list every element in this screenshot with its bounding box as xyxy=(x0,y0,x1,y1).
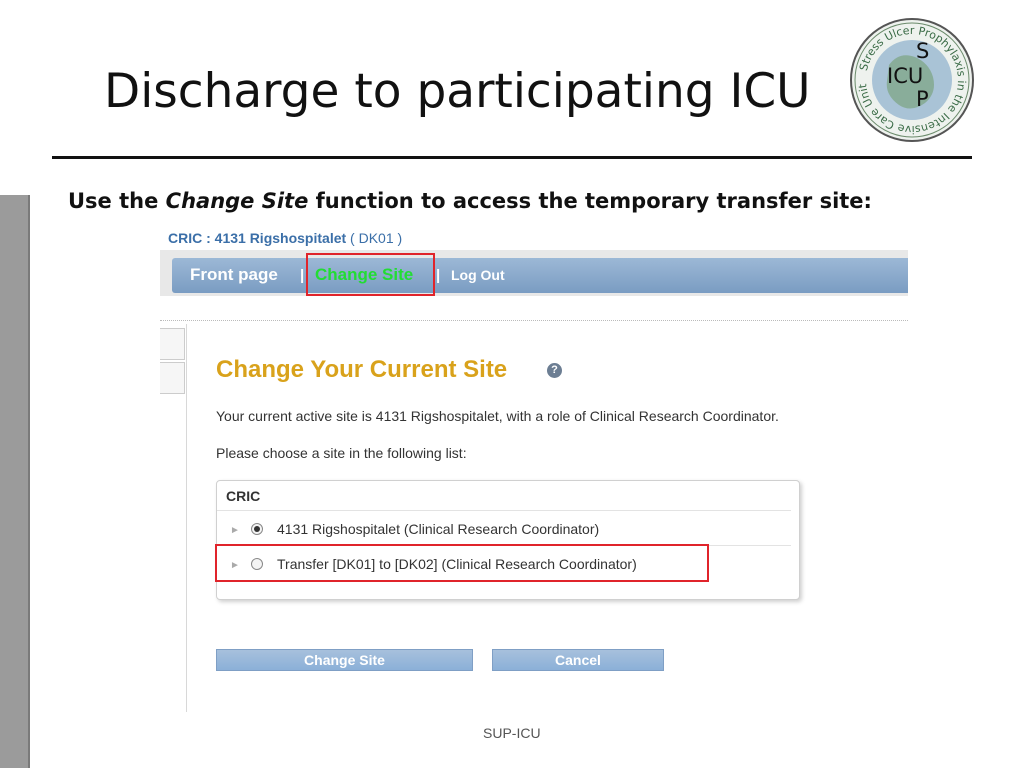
cancel-button[interactable]: Cancel xyxy=(492,649,664,671)
intro-emphasis: Change Site xyxy=(165,189,309,213)
title-divider xyxy=(52,156,972,159)
help-icon[interactable]: ? xyxy=(547,363,562,378)
breadcrumb: CRIC : 4131 Rigshospitalet ( DK01 ) xyxy=(168,230,403,246)
highlight-transfer-row xyxy=(215,544,709,582)
content-border xyxy=(186,324,187,712)
logo-letter-s: S xyxy=(916,39,929,63)
nav-log-out[interactable]: Log Out xyxy=(451,267,505,283)
site-list: CRIC ► 4131 Rigshospitalet (Clinical Res… xyxy=(216,480,800,600)
choose-site-text: Please choose a site in the following li… xyxy=(216,445,467,461)
slide-title: Discharge to participating ICU xyxy=(104,64,811,119)
footer-text: SUP-ICU xyxy=(483,725,541,741)
site-radio-selected[interactable] xyxy=(251,523,263,535)
nav-front-page[interactable]: Front page xyxy=(190,265,278,285)
highlight-change-site xyxy=(306,253,435,296)
intro-text: Use the Change Site function to access t… xyxy=(68,189,872,213)
page-heading: Change Your Current Site xyxy=(216,356,508,383)
nav-separator: | xyxy=(436,267,441,284)
breadcrumb-site-code: ( DK01 ) xyxy=(350,230,403,246)
site-row-label: 4131 Rigshospitalet (Clinical Research C… xyxy=(277,521,600,537)
logo-letter-p: P xyxy=(916,87,929,111)
app-screenshot: CRIC : 4131 Rigshospitalet ( DK01 ) Fron… xyxy=(160,222,908,712)
nav-separator: | xyxy=(300,267,305,284)
logo-letter-icu: ICU xyxy=(887,64,923,88)
expand-arrow-icon[interactable]: ► xyxy=(230,525,240,536)
nav-bar: Front page | Change Site | Log Out xyxy=(172,258,908,293)
site-list-header: CRIC xyxy=(226,488,261,504)
change-site-button[interactable]: Change Site xyxy=(216,649,473,671)
left-side-bar xyxy=(0,195,30,768)
row-divider xyxy=(217,510,791,511)
site-row[interactable]: ► 4131 Rigshospitalet (Clinical Research… xyxy=(217,515,791,547)
divider xyxy=(160,320,908,321)
side-tab[interactable] xyxy=(160,362,185,394)
side-tabs xyxy=(160,324,186,394)
current-site-text: Your current active site is 4131 Rigshos… xyxy=(216,408,779,424)
side-tab[interactable] xyxy=(160,328,185,360)
sup-icu-logo: Stress Ulcer Prophylaxis in the Intensiv… xyxy=(850,18,974,142)
